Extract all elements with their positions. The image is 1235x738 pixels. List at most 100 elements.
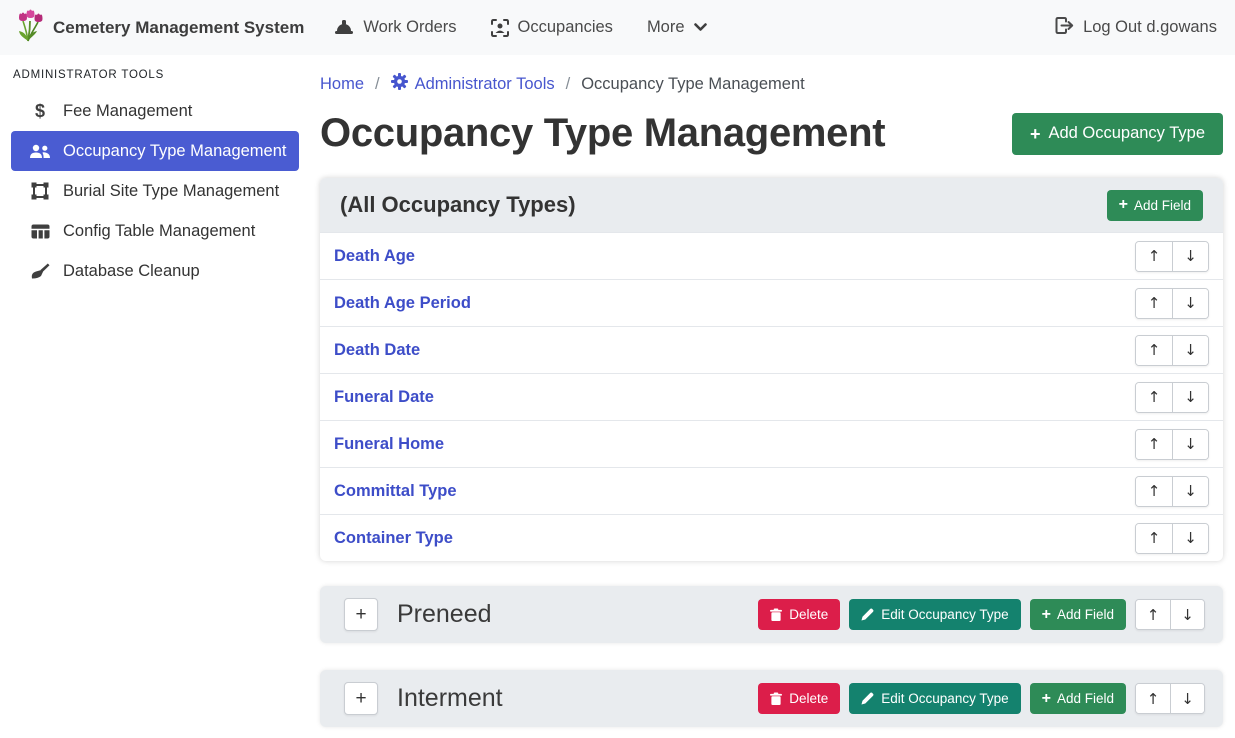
nav-label: More [647,18,685,37]
move-up-button[interactable]: ↑ [1136,600,1170,629]
app-brand[interactable]: Cemetery Management System [18,9,304,47]
add-field-button[interactable]: + Add Field [1030,683,1126,714]
portrait-frame-icon [491,19,509,37]
field-link[interactable]: Death Age Period [334,294,471,313]
sidebar-item-database-cleanup[interactable]: Database Cleanup [11,251,299,291]
section-actions: Delete Edit Occupancy Type + Add Field ↑ [758,599,1205,630]
button-label: Edit Occupancy Type [881,691,1008,706]
plus-icon: + [1030,125,1041,143]
table-row: Funeral Date ↑ ↓ [320,373,1223,420]
sidebar-item-label: Occupancy Type Management [63,142,287,161]
edit-occupancy-type-button[interactable]: Edit Occupancy Type [849,683,1020,714]
page-title: Occupancy Type Management [320,111,885,156]
reorder-group: ↑ ↓ [1135,429,1209,460]
add-field-button[interactable]: + Add Field [1030,599,1126,630]
sidebar-item-burial-site-type-management[interactable]: Burial Site Type Management [11,171,299,211]
move-up-button[interactable]: ↑ [1136,684,1170,713]
reorder-group: ↑ ↓ [1135,476,1209,507]
app-title: Cemetery Management System [53,18,304,38]
delete-button[interactable]: Delete [758,599,840,630]
move-down-button[interactable]: ↓ [1172,477,1208,506]
field-link[interactable]: Death Age [334,247,415,266]
field-link[interactable]: Funeral Home [334,435,444,454]
move-up-button[interactable]: ↑ [1136,430,1172,459]
breadcrumb-admin-tools-link[interactable]: Administrator Tools [391,73,555,95]
move-up-button[interactable]: ↑ [1136,524,1172,553]
table-row: Death Date ↑ ↓ [320,326,1223,373]
move-down-button[interactable]: ↓ [1172,242,1208,271]
reorder-group: ↑ ↓ [1135,683,1205,714]
add-field-button[interactable]: + Add Field [1107,190,1203,221]
move-down-button[interactable]: ↓ [1172,383,1208,412]
edit-occupancy-type-button[interactable]: Edit Occupancy Type [849,599,1020,630]
button-label: Add Field [1057,691,1114,706]
table-row: Death Age Period ↑ ↓ [320,279,1223,326]
logout-button[interactable]: Log Out d.gowans [1055,17,1217,39]
nav-item-occupancies[interactable]: Occupancies [491,18,613,37]
move-down-button[interactable]: ↓ [1172,524,1208,553]
delete-button[interactable]: Delete [758,683,840,714]
field-link[interactable]: Committal Type [334,482,457,501]
move-up-button[interactable]: ↑ [1136,477,1172,506]
sidebar: ADMINISTRATOR TOOLS $ Fee Management Occ… [0,55,310,738]
sidebar-item-label: Fee Management [63,102,192,121]
reorder-group: ↑ ↓ [1135,241,1209,272]
section-actions: Delete Edit Occupancy Type + Add Field ↑ [758,683,1205,714]
table-icon [27,224,53,239]
field-link[interactable]: Container Type [334,529,453,548]
nav-item-work-orders[interactable]: Work Orders [334,18,456,37]
move-down-button[interactable]: ↓ [1172,289,1208,318]
gear-icon [391,73,408,95]
sidebar-item-label: Config Table Management [63,222,255,241]
logout-label: Log Out d.gowans [1083,18,1217,37]
main-nav: Work Orders Occupancies More [334,18,740,37]
users-icon [27,144,53,159]
button-label: Add Occupancy Type [1048,124,1205,143]
move-down-button[interactable]: ↓ [1170,600,1204,629]
button-label: Edit Occupancy Type [881,607,1008,622]
field-link[interactable]: Funeral Date [334,388,434,407]
occupancy-type-section-interment: + Interment Delete [320,670,1223,727]
top-navbar: Cemetery Management System Work Orders [0,0,1235,55]
table-row: Funeral Home ↑ ↓ [320,420,1223,467]
add-occupancy-type-button[interactable]: + Add Occupancy Type [1012,113,1223,155]
reorder-group: ↑ ↓ [1135,523,1209,554]
button-label: Delete [789,607,828,622]
field-link[interactable]: Death Date [334,341,420,360]
move-up-button[interactable]: ↑ [1136,383,1172,412]
sidebar-item-label: Database Cleanup [63,262,200,281]
button-label: Delete [789,691,828,706]
crop-frame-icon [27,182,53,200]
move-down-button[interactable]: ↓ [1170,684,1204,713]
expand-button[interactable]: + [344,598,378,631]
move-up-button[interactable]: ↑ [1136,289,1172,318]
breadcrumb-label: Administrator Tools [415,75,555,94]
nav-item-more[interactable]: More [647,18,707,37]
logout-icon [1055,17,1074,39]
move-up-button[interactable]: ↑ [1136,336,1172,365]
move-down-button[interactable]: ↓ [1172,336,1208,365]
move-up-button[interactable]: ↑ [1136,242,1172,271]
dollar-icon: $ [27,101,53,122]
sidebar-item-fee-management[interactable]: $ Fee Management [11,91,299,131]
sidebar-item-config-table-management[interactable]: Config Table Management [11,211,299,251]
plus-icon: + [1042,691,1051,707]
breadcrumb: Home / [320,73,1223,95]
trash-icon [770,608,782,622]
plus-icon: + [1119,197,1128,213]
sidebar-item-occupancy-type-management[interactable]: Occupancy Type Management [11,131,299,171]
breadcrumb-separator: / [566,75,571,94]
breadcrumb-home-link[interactable]: Home [320,75,364,94]
main-content: Home / [310,55,1235,738]
card-title: (All Occupancy Types) [340,192,576,218]
plus-icon: + [1042,607,1051,623]
reorder-group: ↑ ↓ [1135,382,1209,413]
card-header: (All Occupancy Types) + Add Field [320,178,1223,232]
section-title: Preneed [397,600,492,629]
all-occupancy-types-card: (All Occupancy Types) + Add Field Death … [320,178,1223,561]
breadcrumb-separator: / [375,75,380,94]
pencil-icon [861,692,874,705]
expand-button[interactable]: + [344,682,378,715]
breadcrumb-current: Occupancy Type Management [581,75,805,94]
move-down-button[interactable]: ↓ [1172,430,1208,459]
